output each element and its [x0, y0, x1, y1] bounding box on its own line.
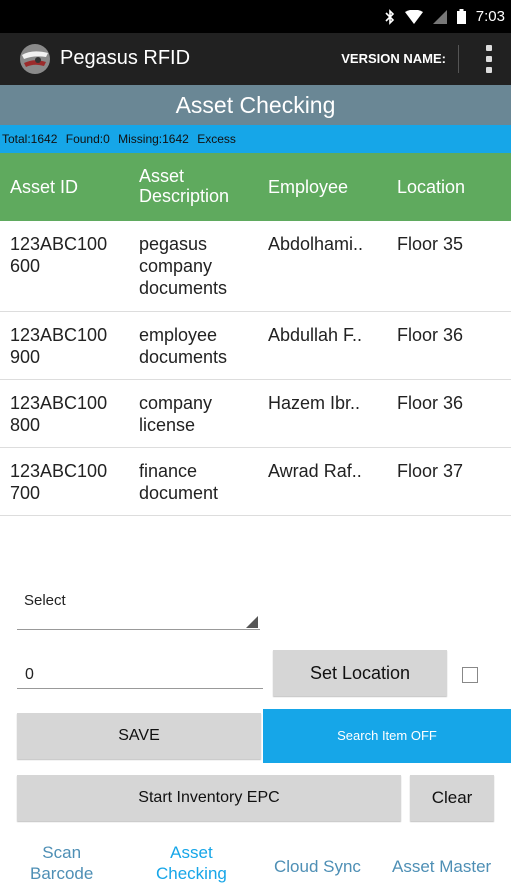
description-line: document — [139, 483, 219, 503]
bluetooth-icon — [385, 8, 395, 25]
table-row[interactable]: 123ABC100 800 company license Hazem Ibr.… — [0, 380, 511, 448]
set-location-button[interactable]: Set Location — [273, 650, 447, 696]
signal-icon — [432, 9, 447, 24]
asset-id-line: 800 — [10, 415, 41, 435]
overflow-menu-icon[interactable] — [483, 45, 495, 73]
cell-asset-id: 123ABC100 700 — [10, 460, 107, 504]
description-line: license — [139, 415, 196, 435]
table-row[interactable]: 123ABC100 600 pegasus company documents … — [0, 221, 511, 312]
nav-scan-barcode[interactable]: Scan Barcode — [30, 842, 93, 884]
cell-asset-description: employee documents — [139, 324, 227, 368]
table-header: Asset ID Asset Description Employee Loca… — [0, 153, 511, 221]
nav-cloud-sync[interactable]: Cloud Sync — [274, 856, 361, 877]
start-inventory-button[interactable]: Start Inventory EPC — [17, 775, 401, 821]
cell-asset-description: finance document — [139, 460, 218, 504]
cell-location: Floor 37 — [397, 461, 464, 481]
cell-employee: Awrad Raf.. — [268, 461, 362, 481]
asset-id-line: 123ABC100 — [10, 461, 108, 481]
description-line: pegasus — [139, 234, 208, 254]
cell-employee: Abdullah F.. — [268, 325, 363, 345]
screen-title: Asset Checking — [0, 85, 511, 125]
count-summary-bar: Total:1642 Found:0 Missing:1642 Excess — [0, 125, 511, 153]
asset-id-line: 900 — [10, 347, 41, 367]
cell-location: Floor 36 — [397, 393, 464, 413]
cell-asset-description: company license — [139, 392, 212, 436]
location-number-input[interactable] — [17, 655, 263, 689]
nav-label: Scan — [42, 843, 82, 862]
asset-id-line: 600 — [10, 256, 41, 276]
cell-asset-id: 123ABC100 900 — [10, 324, 107, 368]
wifi-icon — [404, 9, 423, 24]
battery-icon — [456, 9, 466, 24]
cell-asset-description: pegasus company documents — [139, 233, 227, 299]
location-select[interactable]: Select — [24, 592, 66, 609]
app-bar: Pegasus RFID VERSION NAME: — [0, 33, 511, 85]
cell-location: Floor 36 — [397, 325, 464, 345]
description-line: documents — [139, 347, 228, 367]
excess-count: Excess — [197, 132, 236, 146]
table-row[interactable]: 123ABC100 700 finance document Awrad Raf… — [0, 448, 511, 516]
header-location: Location — [397, 177, 466, 197]
found-count: Found:0 — [65, 132, 110, 146]
status-bar: 7:03 — [0, 0, 511, 33]
description-line: employee — [139, 325, 218, 345]
nav-asset-master[interactable]: Asset Master — [392, 856, 511, 877]
asset-id-line: 123ABC100 — [10, 234, 108, 254]
nav-label: Checking — [156, 864, 227, 883]
description-line: company — [139, 256, 213, 276]
version-name-label: VERSION NAME: — [341, 51, 446, 66]
set-location-checkbox[interactable] — [462, 667, 478, 683]
missing-count: Missing:1642 — [118, 132, 189, 146]
cell-employee: Abdolhami.. — [268, 234, 364, 254]
cell-employee: Hazem Ibr.. — [268, 393, 361, 413]
app-bar-divider — [458, 45, 459, 73]
app-title: Pegasus RFID — [60, 47, 191, 69]
description-line: finance — [139, 461, 198, 481]
status-time: 7:03 — [475, 8, 505, 25]
search-item-toggle-button[interactable]: Search Item OFF — [263, 709, 511, 763]
cell-location: Floor 35 — [397, 234, 464, 254]
table-row[interactable]: 123ABC100 900 employee documents Abdulla… — [0, 312, 511, 380]
header-asset-id: Asset ID — [10, 177, 79, 197]
header-description-line2: Description — [139, 186, 230, 206]
nav-asset-checking[interactable]: Asset Checking — [156, 842, 227, 884]
cell-asset-id: 123ABC100 600 — [10, 233, 107, 277]
header-description-line1: Asset — [139, 166, 185, 186]
save-button[interactable]: SAVE — [17, 713, 261, 759]
asset-id-line: 123ABC100 — [10, 325, 108, 345]
nav-label: Asset — [170, 843, 213, 862]
header-asset-description: Asset Description — [139, 166, 229, 206]
description-line: company — [139, 393, 213, 413]
bottom-navigation: Scan Barcode Asset Checking Cloud Sync A… — [0, 842, 511, 895]
dropdown-arrow-icon[interactable] — [246, 616, 258, 628]
description-line: documents — [139, 278, 228, 298]
asset-id-line: 700 — [10, 483, 41, 503]
header-employee: Employee — [268, 177, 349, 197]
status-icons: 7:03 — [385, 0, 505, 33]
clear-button[interactable]: Clear — [410, 775, 494, 821]
asset-table: 123ABC100 600 pegasus company documents … — [0, 221, 511, 516]
nav-label: Barcode — [30, 864, 94, 883]
total-count: Total:1642 — [2, 132, 58, 146]
cell-asset-id: 123ABC100 800 — [10, 392, 107, 436]
asset-id-line: 123ABC100 — [10, 393, 108, 413]
app-logo-icon — [18, 43, 52, 75]
select-underline — [17, 629, 260, 630]
